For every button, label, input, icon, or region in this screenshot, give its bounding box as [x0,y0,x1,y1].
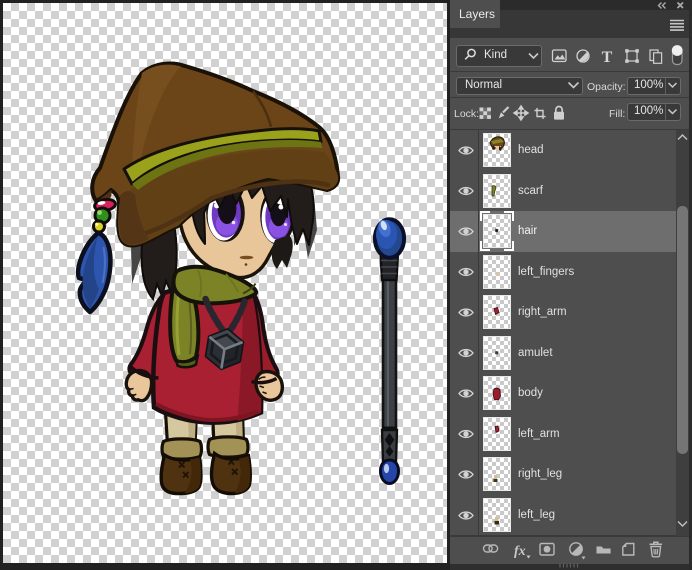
svg-text:T: T [602,49,613,66]
